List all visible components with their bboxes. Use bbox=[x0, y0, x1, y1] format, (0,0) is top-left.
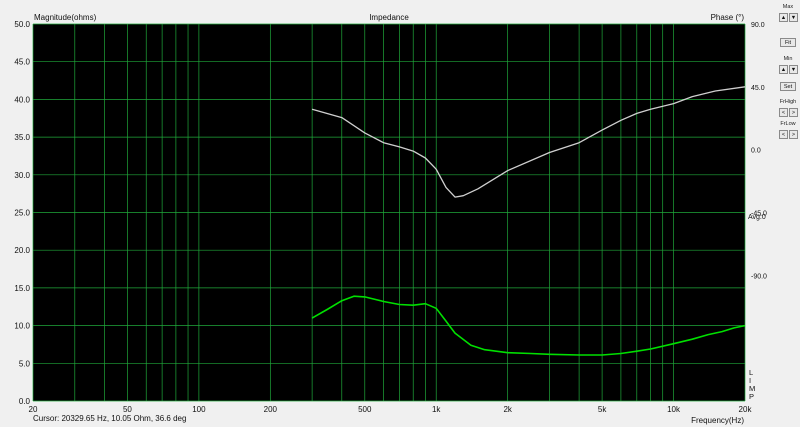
frhigh-left-button[interactable]: < bbox=[779, 108, 788, 117]
y-tick-label: 35.0 bbox=[14, 133, 30, 142]
x-tick-label: 20k bbox=[739, 405, 753, 414]
x-tick-label: 100 bbox=[192, 405, 206, 414]
min-up-button[interactable]: ▲ bbox=[779, 65, 788, 74]
y-tick-label: 25.0 bbox=[14, 209, 30, 218]
min-down-button[interactable]: ▼ bbox=[789, 65, 798, 74]
impedance-chart: 0.0 5.0 10.0 15.0 20.0 25.0 30.0 35.0 40.0 45.0 50… bbox=[14, 13, 767, 425]
set-button[interactable]: Set bbox=[780, 82, 796, 91]
x-tick-label: 5k bbox=[598, 405, 607, 414]
frlow-left-button[interactable]: < bbox=[779, 130, 788, 139]
side-letter: P bbox=[749, 392, 754, 401]
side-panel: Max ▲ ▼ Fit Min ▲ ▼ Set FrHigh < > FrLow… bbox=[778, 0, 800, 427]
y-tick-label: 10.0 bbox=[14, 322, 30, 331]
y2-tick-label: -90.0 bbox=[751, 273, 767, 280]
max-down-button[interactable]: ▼ bbox=[789, 13, 798, 22]
cursor-readout: Cursor: 20329.65 Hz, 10.05 Ohm, 36.6 deg bbox=[33, 414, 187, 423]
y-tick-label: 30.0 bbox=[14, 171, 30, 180]
avg-annotation: Avg:0 bbox=[748, 214, 766, 221]
y-tick-label: 20.0 bbox=[14, 246, 30, 255]
y-tick-label: 5.0 bbox=[19, 359, 31, 368]
x-tick-label: 1k bbox=[432, 405, 441, 414]
y2-axis-label: Phase (°) bbox=[711, 13, 745, 22]
chart-title: Impedance bbox=[369, 13, 409, 22]
x-tick-label: 20 bbox=[29, 405, 38, 414]
fit-button[interactable]: Fit bbox=[780, 38, 796, 47]
frhigh-right-button[interactable]: > bbox=[789, 108, 798, 117]
x-axis-label: Frequency(Hz) bbox=[691, 416, 744, 425]
frlow-label: FrLow bbox=[780, 121, 796, 127]
x-tick-label: 10k bbox=[667, 405, 681, 414]
x-tick-label: 50 bbox=[123, 405, 132, 414]
x-tick-label: 500 bbox=[358, 405, 372, 414]
y2-tick-label: 45.0 bbox=[751, 85, 765, 92]
y2-tick-label: 0.0 bbox=[751, 148, 761, 155]
x-tick-label: 2k bbox=[503, 405, 512, 414]
y-tick-label: 40.0 bbox=[14, 95, 30, 104]
y2-tick-label: 90.0 bbox=[751, 22, 765, 29]
frhigh-label: FrHigh bbox=[779, 99, 797, 105]
max-label: Max bbox=[782, 4, 794, 10]
min-label: Min bbox=[783, 56, 793, 62]
y-tick-label: 15.0 bbox=[14, 284, 30, 293]
y-tick-label: 45.0 bbox=[14, 58, 30, 67]
frlow-right-button[interactable]: > bbox=[789, 130, 798, 139]
x-tick-label: 200 bbox=[264, 405, 278, 414]
y-tick-label: 50.0 bbox=[14, 20, 30, 29]
y-axis-label: Magnitude(ohms) bbox=[34, 13, 97, 22]
max-up-button[interactable]: ▲ bbox=[779, 13, 788, 22]
